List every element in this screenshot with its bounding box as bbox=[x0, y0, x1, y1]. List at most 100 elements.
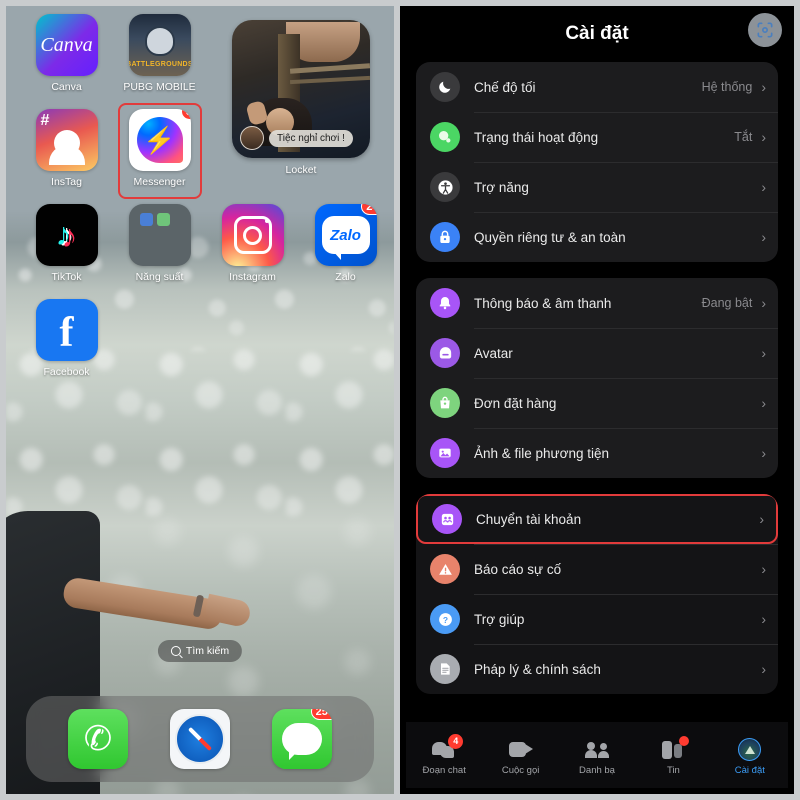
app-instagram[interactable]: Instagram bbox=[206, 204, 299, 283]
tab-stories[interactable]: Tin bbox=[635, 735, 711, 776]
row-label: Pháp lý & chính sách bbox=[474, 661, 601, 677]
chevron-right-icon: › bbox=[759, 511, 764, 527]
zalo-bubble: Zalo bbox=[321, 216, 370, 260]
tab-chats[interactable]: 4 Đoạn chat bbox=[406, 733, 482, 776]
photo-icon bbox=[430, 438, 460, 468]
canva-wordmark: Canva bbox=[40, 33, 93, 56]
settings-row-photos-media[interactable]: Ảnh & file phương tiện › bbox=[416, 428, 778, 478]
folder-icon[interactable] bbox=[128, 204, 191, 266]
accessibility-icon bbox=[430, 172, 460, 202]
settings-group-3: Chuyển tài khoản › Báo cáo sự cố › ? Trợ… bbox=[416, 494, 778, 694]
tab-settings[interactable]: Cài đặt bbox=[712, 738, 788, 776]
locket-photo[interactable]: Tiệc nghỉ chơi ! bbox=[232, 20, 370, 158]
settings-row-switch-account[interactable]: Chuyển tài khoản › bbox=[416, 494, 778, 544]
shopping-bag-icon bbox=[430, 388, 460, 418]
tab-calls[interactable]: Cuộc gọi bbox=[482, 739, 558, 776]
app-folder-nang-suat[interactable]: Năng suất bbox=[113, 204, 206, 283]
settings-row-privacy-safety[interactable]: Quyền riêng tư & an toàn › bbox=[416, 212, 778, 262]
handset-glyph: ✆ bbox=[83, 720, 113, 758]
app-pubg-mobile[interactable]: BATTLEGROUNDS PUBG MOBILE bbox=[113, 14, 206, 93]
instag-icon[interactable]: # bbox=[35, 109, 98, 171]
settings-row-active-status[interactable]: Trạng thái hoạt động Tắt › bbox=[416, 112, 778, 162]
app-instag[interactable]: # InsTag bbox=[20, 109, 113, 188]
ios-home-screen: Canva Canva BATTLEGROUNDS PUBG MOBILE # bbox=[0, 0, 400, 800]
camera-lens bbox=[524, 744, 533, 754]
widget-locket[interactable]: Tiệc nghỉ chơi ! Locket bbox=[232, 20, 370, 176]
search-icon bbox=[170, 646, 181, 656]
app-badge: 5 bbox=[180, 109, 191, 120]
camera-shape bbox=[508, 742, 533, 757]
app-zalo[interactable]: Zalo 24 Zalo bbox=[299, 204, 392, 283]
row-label: Đơn đặt hàng bbox=[474, 395, 557, 411]
lightning-glyph: ⚡ bbox=[143, 125, 176, 155]
app-label: Năng suất bbox=[135, 271, 184, 283]
app-facebook[interactable]: f Facebook bbox=[20, 299, 113, 378]
app-label: PUBG MOBILE bbox=[123, 81, 196, 93]
canva-icon[interactable]: Canva bbox=[35, 14, 98, 76]
head bbox=[600, 742, 608, 750]
dock-app-messages[interactable]: 253 bbox=[272, 709, 332, 769]
row-value: Tắt bbox=[734, 130, 753, 144]
phone-icon[interactable]: ✆ bbox=[68, 709, 128, 769]
zalo-wordmark: Zalo bbox=[330, 226, 361, 244]
messages-icon[interactable]: 253 bbox=[272, 709, 332, 769]
app-canva[interactable]: Canva Canva bbox=[20, 14, 113, 93]
people-shape bbox=[585, 741, 610, 758]
story-card bbox=[674, 743, 683, 758]
app-label: Canva bbox=[51, 81, 82, 93]
row-label: Trợ năng bbox=[474, 179, 529, 195]
video-call-icon bbox=[508, 739, 534, 761]
qr-scan-icon[interactable] bbox=[748, 13, 782, 47]
instagram-icon[interactable] bbox=[221, 204, 284, 266]
app-label: Facebook bbox=[43, 366, 90, 378]
safari-icon[interactable] bbox=[170, 709, 230, 769]
app-messenger[interactable]: ⚡ 5 Messenger bbox=[113, 103, 206, 199]
camera-lens bbox=[243, 225, 262, 245]
messenger-icon[interactable]: ⚡ 5 bbox=[128, 109, 191, 171]
stories-icon bbox=[660, 735, 690, 761]
hash-glyph: # bbox=[40, 112, 50, 129]
settings-row-help[interactable]: ? Trợ giúp › bbox=[416, 594, 778, 644]
pubg-icon[interactable]: BATTLEGROUNDS bbox=[128, 14, 191, 76]
app-label: Instagram bbox=[229, 271, 276, 283]
avatar bbox=[738, 738, 762, 761]
facebook-icon[interactable]: f bbox=[35, 299, 98, 361]
chevron-right-icon: › bbox=[761, 179, 766, 195]
messenger-bubble: ⚡ bbox=[136, 117, 183, 163]
zalo-icon[interactable]: Zalo 24 bbox=[314, 204, 377, 266]
settings-row-dark-mode[interactable]: Chế độ tối Hệ thống › bbox=[416, 62, 778, 112]
page-title: Cài đặt bbox=[565, 23, 629, 44]
dock: ✆ 253 bbox=[26, 696, 374, 782]
chevron-right-icon: › bbox=[761, 79, 766, 95]
dock-app-safari[interactable] bbox=[170, 709, 230, 769]
avatar-icon bbox=[430, 338, 460, 368]
chevron-right-icon: › bbox=[761, 129, 766, 145]
tab-label: Tin bbox=[666, 764, 680, 776]
settings-row-orders[interactable]: Đơn đặt hàng › bbox=[416, 378, 778, 428]
mini-app-icon bbox=[139, 213, 153, 226]
tiktok-icon[interactable]: ♪ bbox=[35, 204, 98, 266]
bell-icon bbox=[430, 288, 460, 318]
chevron-right-icon: › bbox=[761, 445, 766, 461]
settings-row-avatar[interactable]: Avatar › bbox=[416, 328, 778, 378]
music-note-glyph: ♪ bbox=[56, 218, 78, 252]
settings-row-accessibility[interactable]: Trợ năng › bbox=[416, 162, 778, 212]
settings-group-1: Chế độ tối Hệ thống › Trạng thái hoạt độ… bbox=[416, 62, 778, 262]
mountain-shape bbox=[744, 745, 755, 754]
settings-row-legal-policies[interactable]: Pháp lý & chính sách › bbox=[416, 644, 778, 694]
widget-label: Locket bbox=[285, 164, 317, 176]
chevron-right-icon: › bbox=[761, 661, 766, 677]
dock-app-phone[interactable]: ✆ bbox=[68, 709, 128, 769]
photo-bar bbox=[289, 63, 370, 74]
contacts-icon bbox=[584, 739, 610, 761]
settings-row-notifications-sounds[interactable]: Thông báo & âm thanh Đang bật › bbox=[416, 278, 778, 328]
search-pill[interactable]: Tìm kiếm bbox=[157, 640, 243, 662]
torso bbox=[585, 749, 598, 758]
camera-body bbox=[508, 742, 526, 757]
torso bbox=[598, 750, 610, 758]
tab-contacts[interactable]: Danh bạ bbox=[559, 739, 635, 776]
app-tiktok[interactable]: ♪ TikTok bbox=[20, 204, 113, 283]
app-badge: 253 bbox=[310, 709, 332, 720]
settings-row-report-problem[interactable]: Báo cáo sự cố › bbox=[416, 544, 778, 594]
tab-badge: 4 bbox=[448, 733, 464, 749]
